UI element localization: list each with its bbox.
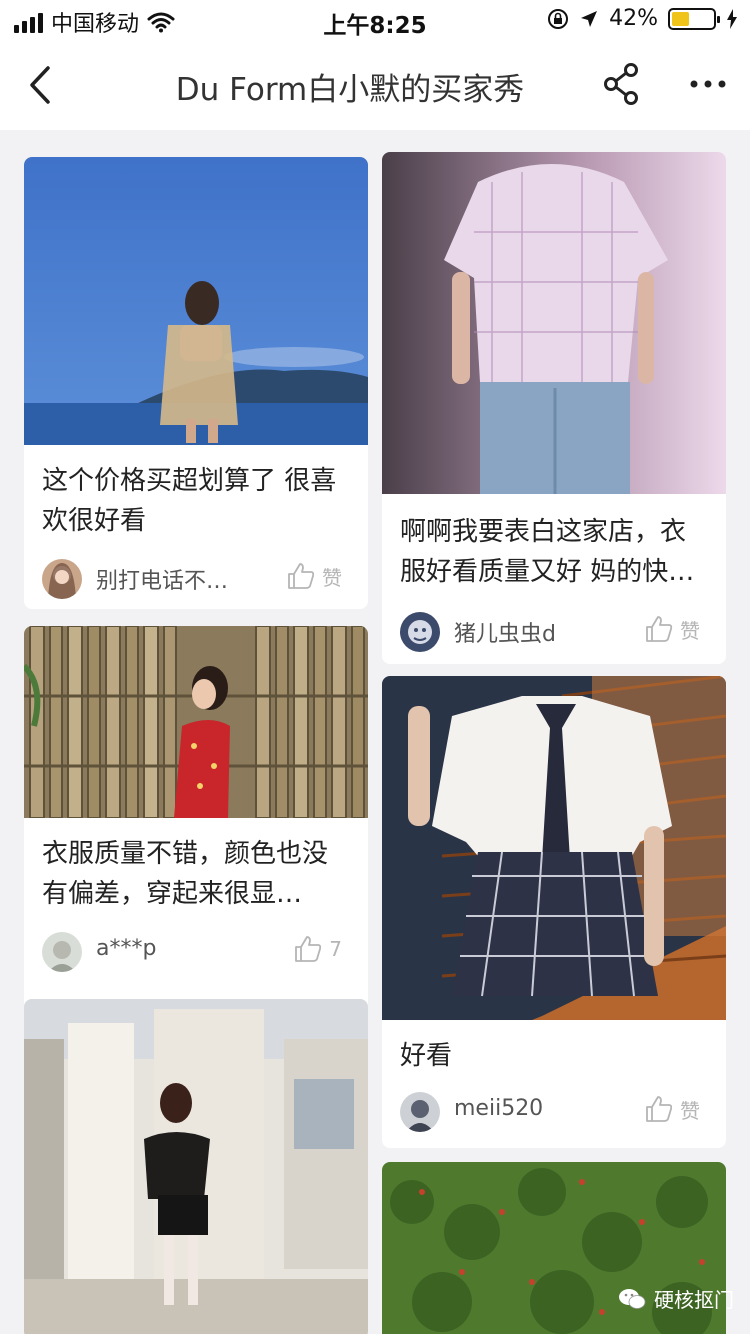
- post-photo[interactable]: [382, 676, 726, 1020]
- waterfall-feed[interactable]: 这个价格买超划算了 很喜欢很好看 别打电话不… 赞 衣服质量不错，颜色也没有偏差…: [0, 130, 750, 1334]
- post-photo[interactable]: [24, 999, 368, 1334]
- post-photo[interactable]: [24, 157, 368, 445]
- post-photo[interactable]: [24, 626, 368, 818]
- wechat-icon: [619, 1288, 646, 1309]
- post-caption: 这个价格买超划算了 很喜欢很好看: [42, 466, 337, 536]
- post-caption: 衣服质量不错，颜色也没有偏差，穿起来很显白，…: [42, 839, 329, 909]
- username[interactable]: meii520: [454, 1096, 543, 1121]
- avatar[interactable]: [400, 1092, 440, 1132]
- charging-icon: [727, 8, 737, 29]
- like-button[interactable]: 7: [293, 934, 342, 964]
- watermark: 硬核抠门: [618, 1284, 734, 1313]
- status-bar: 中国移动 上午8:25 42%: [0, 0, 750, 40]
- like-count: 赞: [680, 618, 700, 643]
- more-dots-icon[interactable]: [684, 60, 732, 108]
- location-icon: [581, 10, 598, 27]
- thumbs-up-icon: [646, 616, 673, 642]
- post-card[interactable]: 这个价格买超划算了 很喜欢很好看 别打电话不… 赞: [24, 157, 368, 609]
- chevron-left-icon[interactable]: [22, 62, 62, 108]
- like-count: 7: [329, 937, 342, 961]
- post-photo[interactable]: [382, 152, 726, 494]
- post-meta: 别打电话不… 赞: [24, 549, 368, 609]
- watermark-text: 硬核抠门: [654, 1288, 734, 1312]
- thumbs-up-icon: [646, 1096, 673, 1122]
- like-button[interactable]: 赞: [644, 1094, 700, 1124]
- post-meta: a***p 7: [24, 922, 368, 982]
- post-meta: 猪儿虫虫d 赞: [382, 602, 726, 662]
- thumbs-up-icon: [295, 936, 322, 962]
- like-count: 赞: [680, 1098, 700, 1123]
- like-button[interactable]: 赞: [286, 561, 342, 591]
- post-card[interactable]: 好看 meii520 赞: [382, 676, 726, 1148]
- status-right: 42%: [547, 6, 738, 31]
- page-title: Du Form白小默的买家秀: [175, 72, 525, 108]
- share-icon[interactable]: [598, 60, 646, 108]
- battery-icon: [668, 7, 720, 30]
- rotation-lock-icon: [548, 8, 569, 29]
- username[interactable]: 猪儿虫虫d: [454, 616, 556, 648]
- like-count: 赞: [322, 565, 342, 590]
- avatar[interactable]: [42, 932, 82, 972]
- post-meta: meii520 赞: [382, 1082, 726, 1142]
- post-card[interactable]: 啊啊我要表白这家店，衣服好看质量又好 妈的快… 猪儿虫虫d 赞: [382, 152, 726, 664]
- username[interactable]: a***p: [96, 936, 156, 961]
- post-caption: 啊啊我要表白这家店，衣服好看质量又好 妈的快…: [400, 517, 695, 587]
- username[interactable]: 别打电话不…: [96, 563, 228, 595]
- avatar[interactable]: [42, 559, 82, 599]
- battery-percent: 42%: [609, 6, 658, 31]
- post-card[interactable]: [24, 999, 368, 1334]
- nav-bar: Du Form白小默的买家秀: [0, 40, 750, 130]
- avatar[interactable]: [400, 612, 440, 652]
- thumbs-up-icon: [288, 563, 315, 589]
- like-button[interactable]: 赞: [644, 614, 700, 644]
- post-caption: 好看: [400, 1041, 453, 1071]
